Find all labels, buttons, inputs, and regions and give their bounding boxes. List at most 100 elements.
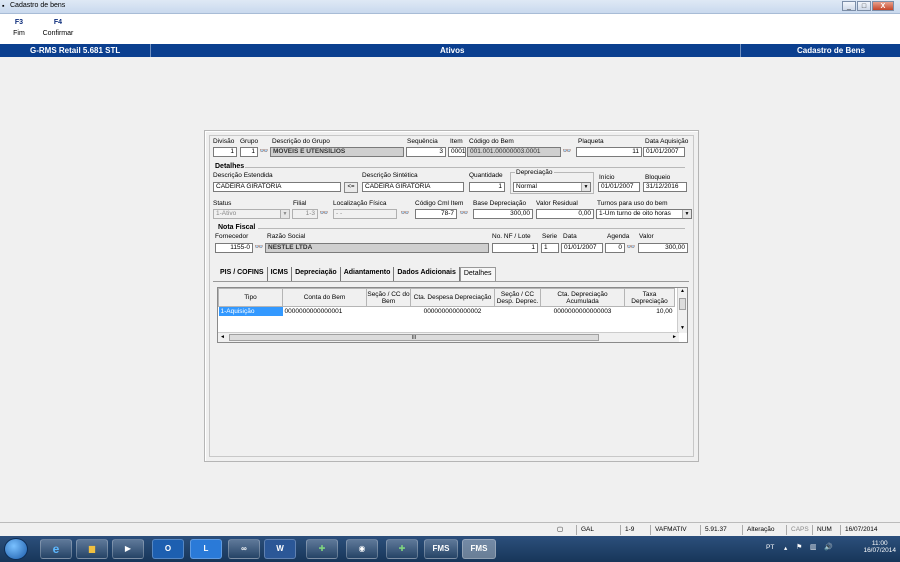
fornecedor-label: Fornecedor [215,233,249,240]
status-version: 5.91.37 [700,525,738,535]
word-icon[interactable]: W [264,539,296,559]
chevron-down-icon[interactable]: ▼ [581,183,590,191]
fim-button[interactable]: F3 Fim [10,19,28,37]
chevron-down-icon[interactable]: ▼ [682,210,691,218]
nf-lote-field[interactable]: 1 [492,243,538,253]
turnos-select[interactable]: 1-Um turno de oito horas ▼ [596,209,692,219]
binoculars-icon[interactable]: 👓 [626,243,636,253]
grid-vertical-scrollbar[interactable]: ▲ ▼ [677,288,687,333]
turnos-value: 1-Um turno de oito horas [599,210,671,217]
scroll-down-icon[interactable]: ▼ [678,325,687,331]
binoculars-icon[interactable]: 👓 [562,147,572,157]
grid-horizontal-scrollbar[interactable]: ◄ III ► [218,332,679,342]
tab-detalhes[interactable]: Detalhes [459,267,496,281]
inicio-field[interactable]: 01/01/2007 [598,182,640,192]
valor-residual-field[interactable]: 0,00 [536,209,594,219]
tab-depreciacao[interactable]: Depreciação [292,267,341,281]
data-aquisicao-field[interactable]: 01/01/2007 [643,147,685,157]
depreciacao-select[interactable]: Normal ▼ [513,182,591,192]
cell-cta-despesa[interactable]: 0000000000000002 [411,307,495,316]
chevron-down-icon[interactable]: ▼ [280,210,289,218]
copy-description-button[interactable]: <= [344,182,358,193]
base-depreciacao-field[interactable]: 300,00 [473,209,533,219]
tab-pis-cofins[interactable]: PIS / COFINS [217,267,268,281]
status-num: NUM [812,525,836,535]
network-app-icon[interactable]: ✚ [306,539,338,559]
col-conta-bem[interactable]: Conta do Bem [282,288,367,307]
horizontal-scroll-thumb[interactable]: III [229,334,599,341]
language-indicator[interactable]: PT [766,544,774,551]
filial-label: Filial [293,200,307,207]
binoculars-icon[interactable]: 👓 [459,209,469,219]
detalhes-title: Detalhes [215,163,245,170]
plaqueta-field[interactable]: 11 [576,147,642,157]
remote-app-icon[interactable]: ◉ [346,539,378,559]
scroll-right-icon[interactable]: ► [672,334,677,340]
item-field[interactable]: 0001 [448,147,466,157]
tab-adiantamento[interactable]: Adiantamento [341,267,395,281]
binoculars-icon[interactable]: 👓 [254,243,264,253]
tray-arrow-icon[interactable]: ▴ [784,544,787,552]
cell-secao-bem[interactable] [367,307,411,316]
tray-flag-icon[interactable]: ⚑ [796,543,802,551]
localizacao-field[interactable]: - - [333,209,397,219]
filial-field[interactable]: 1-3 [292,209,318,219]
tab-dados-adicionais[interactable]: Dados Adicionais [394,267,460,281]
col-tipo[interactable]: Tipo [218,288,283,307]
outlook-icon[interactable]: O [152,539,184,559]
codigo-cml-label: Código Cml Item [415,200,464,207]
col-cta-despesa[interactable]: Cta. Despesa Depreciação [410,288,495,307]
cell-taxa[interactable]: 10,00 [625,307,675,316]
valor-nf-field[interactable]: 300,00 [638,243,688,253]
divisao-field[interactable]: 1 [213,147,237,157]
desc-sint-label: Descrição Sintética [362,172,418,179]
codigo-cml-field[interactable]: 78-7 [415,209,457,219]
desc-ext-field[interactable]: CADEIRA GIRATORIA [213,182,341,192]
cell-secao-desp[interactable] [495,307,541,316]
col-taxa[interactable]: Taxa Depreciação [624,288,675,307]
bloqueio-field[interactable]: 31/12/2016 [643,182,687,192]
status-value: 1-Ativo [216,210,237,217]
minimize-button[interactable]: _ [842,1,856,11]
col-cta-acumulada[interactable]: Cta. Depreciação Acumulada [540,288,625,307]
cash-app-icon[interactable]: ✚ [386,539,418,559]
file-explorer-icon[interactable]: ▆ [76,539,108,559]
sequencia-field[interactable]: 3 [406,147,446,157]
lync-icon[interactable]: L [190,539,222,559]
windows-start-icon[interactable] [4,538,28,560]
tab-icms[interactable]: ICMS [268,267,293,281]
grupo-field[interactable]: 1 [240,147,258,157]
status-select[interactable]: 1-Ativo ▼ [213,209,290,219]
cell-tipo[interactable]: 1-Aquisição [218,306,283,316]
localizacao-label: Localização Física [333,200,387,207]
col-secao-bem[interactable]: Seção / CC do Bem [366,288,411,307]
volume-icon[interactable]: 🔊 [824,543,833,551]
serie-field[interactable]: 1 [541,243,559,253]
maximize-button[interactable]: □ [857,1,871,11]
confirmar-button[interactable]: F4 Confirmar [38,19,78,37]
quantidade-field[interactable]: 1 [469,182,505,192]
fornecedor-field[interactable]: 1155-0 [215,243,253,253]
internet-explorer-icon[interactable]: e [40,539,72,559]
table-row[interactable]: 1-Aquisição 0000000000000001 00000000000… [218,306,675,316]
close-button[interactable]: X [872,1,894,11]
agenda-field[interactable]: 0 [605,243,625,253]
col-secao-desp[interactable]: Seção / CC Desp. Deprec. [494,288,541,307]
vertical-scroll-thumb[interactable] [679,298,686,310]
fms-app-button-active[interactable]: FMS [462,539,496,559]
binoculars-icon[interactable]: 👓 [319,209,329,219]
data-aquisicao-label: Data Aquisição [645,138,689,145]
infinity-app-icon[interactable]: ∞ [228,539,260,559]
binoculars-icon[interactable]: 👓 [259,147,269,157]
media-player-icon[interactable]: ▶ [112,539,144,559]
data-nf-field[interactable]: 01/01/2007 [561,243,603,253]
cell-conta-bem[interactable]: 0000000000000001 [283,307,367,316]
scroll-up-icon[interactable]: ▲ [678,288,687,294]
cell-cta-acumulada[interactable]: 0000000000000003 [541,307,625,316]
desc-sint-field[interactable]: CADEIRA GIRATORIA [362,182,464,192]
clock[interactable]: 11:00 16/07/2014 [863,540,896,554]
scroll-left-icon[interactable]: ◄ [220,334,225,340]
binoculars-icon[interactable]: 👓 [400,209,410,219]
network-icon[interactable]: ▥ [810,543,817,551]
fms-app-button[interactable]: FMS [424,539,458,559]
